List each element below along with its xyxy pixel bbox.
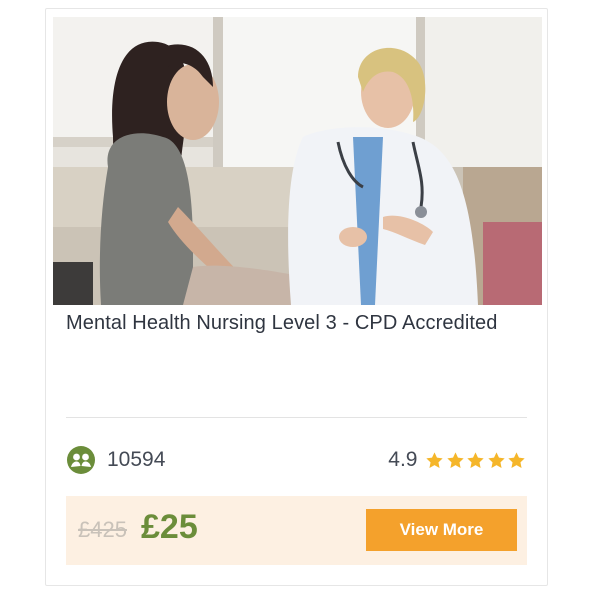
enrollment-info: 10594 [66, 442, 165, 478]
star-icon [487, 451, 505, 468]
course-card[interactable]: Mental Health Nursing Level 3 - CPD Accr… [45, 8, 548, 586]
star-icon [426, 451, 443, 468]
star-icon [508, 451, 525, 468]
view-more-button[interactable]: View More [366, 509, 517, 551]
course-photo [53, 17, 542, 305]
course-image[interactable] [53, 17, 542, 305]
course-title[interactable]: Mental Health Nursing Level 3 - CPD Accr… [66, 307, 526, 339]
enrolled-count: 10594 [107, 448, 166, 471]
price-bar: £425 £25 View More [66, 496, 527, 565]
star-icon [446, 451, 464, 468]
rating-value: 4.9 [388, 448, 418, 471]
star-icon [467, 451, 484, 468]
users-icon [67, 446, 95, 474]
sale-price: £25 [141, 508, 198, 546]
course-rating: 4.9 [388, 442, 526, 478]
divider [66, 417, 527, 418]
old-price: £425 [78, 517, 127, 542]
